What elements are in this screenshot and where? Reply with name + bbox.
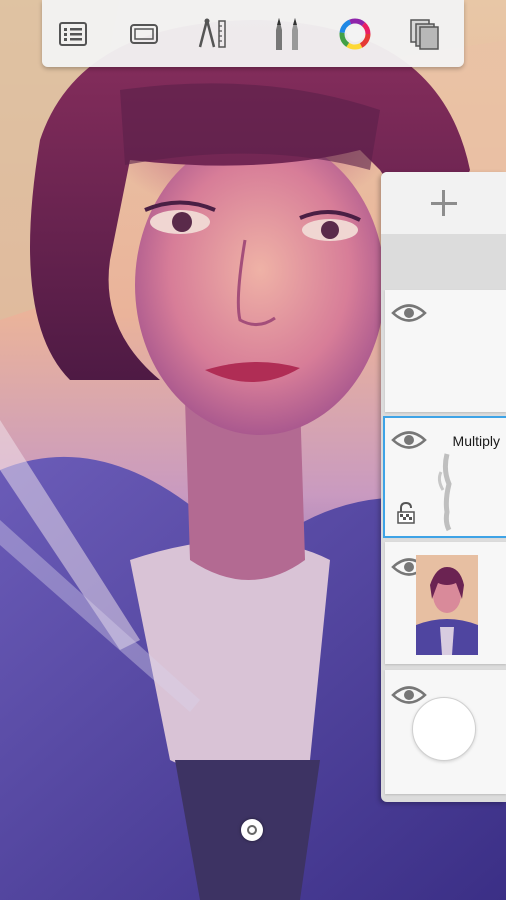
ruler-compass-button[interactable] xyxy=(190,12,234,56)
visibility-eye-icon[interactable] xyxy=(391,302,427,324)
layers-panel: Multiply xyxy=(381,172,506,802)
layers-stack-icon xyxy=(410,19,439,50)
top-toolbar xyxy=(42,0,464,67)
visibility-eye-icon[interactable] xyxy=(391,429,427,451)
layers-button[interactable] xyxy=(402,12,446,56)
layer-item-selected[interactable]: Multiply xyxy=(383,416,506,538)
layer-thumbnail xyxy=(437,453,452,532)
layer-item[interactable] xyxy=(385,542,506,664)
brush-pens-icon xyxy=(276,18,298,50)
layer-thumbnail xyxy=(416,555,478,655)
canvas-frame-icon xyxy=(130,24,158,44)
layer-item[interactable] xyxy=(385,290,506,412)
color-wheel-icon xyxy=(339,18,371,50)
layer-list-button[interactable] xyxy=(51,12,95,56)
layer-list-icon xyxy=(59,22,87,46)
brush-tools-button[interactable] xyxy=(266,12,310,56)
brush-puck-handle[interactable] xyxy=(241,819,263,841)
layer-blend-mode: Multiply xyxy=(452,433,500,449)
canvas-frame-button[interactable] xyxy=(122,12,166,56)
visibility-eye-icon[interactable] xyxy=(391,684,427,706)
plus-icon xyxy=(430,190,457,216)
color-picker-button[interactable] xyxy=(333,12,377,56)
ruler-compass-icon xyxy=(198,18,226,48)
lock-icon[interactable] xyxy=(397,502,415,524)
background-layer-item[interactable] xyxy=(385,670,506,794)
add-layer-button[interactable] xyxy=(381,172,506,234)
background-color-swatch[interactable] xyxy=(412,697,476,761)
